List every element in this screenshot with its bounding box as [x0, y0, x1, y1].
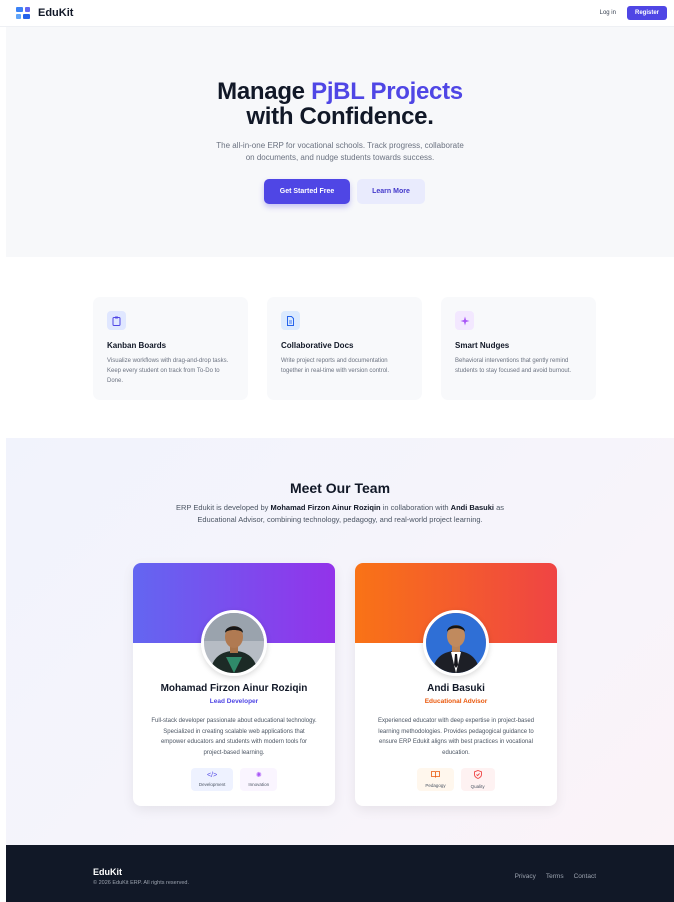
team-intro: ERP Edukit is developed by Mohamad Firzo…	[170, 502, 510, 526]
hero-title-accent: PjBL Projects	[311, 78, 463, 105]
team-intro-advisor-name: Andi Basuki	[450, 503, 495, 512]
brand-logo[interactable]: EduKit	[16, 7, 73, 19]
footer-link-contact[interactable]: Contact	[574, 873, 596, 880]
login-link[interactable]: Log in	[595, 7, 621, 19]
feature-title: Smart Nudges	[455, 341, 510, 350]
feature-title: Collaborative Docs	[281, 341, 354, 350]
book-icon	[431, 771, 440, 781]
tag-label: Development	[198, 782, 226, 787]
member-role: Lead Developer	[209, 698, 259, 705]
lightbulb-icon: ✺	[255, 772, 262, 779]
tag-label: Quality	[470, 784, 485, 789]
feature-description: Behavioral interventions that gently rem…	[455, 358, 572, 374]
feature-description: Visualize workflows with drag-and-drop t…	[107, 358, 229, 384]
hero-title: Manage PjBL Projects with Confidence.	[6, 79, 674, 129]
feature-description: Write project reports and documentation …	[281, 358, 390, 374]
tag-development: </> Development	[190, 768, 234, 791]
learn-more-button[interactable]: Learn More	[357, 179, 425, 204]
team-intro-text: in collaboration with	[380, 503, 451, 512]
team-intro-text: ERP Edukit is developed by	[175, 503, 271, 512]
tag-label: Innovation	[248, 782, 270, 787]
tag-label: Pedagogy	[425, 783, 446, 788]
hero-subtitle: The all-in-one ERP for vocational school…	[6, 140, 674, 164]
footer-brand: EduKit	[93, 867, 122, 877]
shield-check-icon	[473, 770, 482, 782]
edukit-logo-icon	[16, 7, 33, 19]
team-intro-developer-name: Mohamad Firzon Ainur Roziqin	[270, 503, 381, 512]
brand-name: EduKit	[38, 7, 74, 19]
hero-subtitle-line2: on documents, and nudge students towards…	[245, 153, 435, 162]
get-started-button[interactable]: Get Started Free	[264, 179, 350, 204]
feature-card-nudges: Smart Nudges Behavioral interventions th…	[441, 297, 596, 400]
sparkle-icon	[455, 311, 474, 330]
code-icon: </>	[207, 772, 218, 779]
member-tags: </> Development ✺ Innovation	[133, 768, 335, 791]
hero-subtitle-line1: The all-in-one ERP for vocational school…	[216, 141, 464, 150]
team-title: Meet Our Team	[289, 480, 391, 496]
site-footer: EduKit © 2026 EduKit ERP. All rights res…	[6, 845, 674, 902]
hero-title-line2: with Confidence.	[246, 103, 434, 130]
member-bio: Full-stack developer passionate about ed…	[151, 718, 317, 756]
team-card-advisor: Andi Basuki Educational Advisor Experien…	[355, 563, 557, 806]
member-bio: Experienced educator with deep expertise…	[377, 718, 535, 756]
footer-link-terms[interactable]: Terms	[546, 873, 564, 880]
footer-copyright: © 2026 EduKit ERP. All rights reserved.	[93, 880, 189, 886]
member-role: Educational Advisor	[424, 698, 488, 705]
tag-pedagogy: Pedagogy	[417, 768, 454, 791]
feature-card-docs: Collaborative Docs Write project reports…	[267, 297, 422, 400]
member-name: Andi Basuki	[427, 683, 485, 694]
avatar	[201, 610, 267, 676]
clipboard-icon	[107, 311, 126, 330]
member-name: Mohamad Firzon Ainur Roziqin	[160, 683, 308, 694]
member-tags: Pedagogy Quality	[355, 768, 557, 791]
document-icon	[281, 311, 300, 330]
auth-actions: Log in Register	[595, 6, 667, 20]
feature-title: Kanban Boards	[107, 341, 167, 350]
hero-section: Manage PjBL Projects with Confidence. Th…	[6, 27, 674, 257]
footer-link-privacy[interactable]: Privacy	[515, 873, 536, 880]
tag-innovation: ✺ Innovation	[240, 768, 278, 791]
feature-card-kanban: Kanban Boards Visualize workflows with d…	[93, 297, 248, 400]
register-button[interactable]: Register	[626, 6, 667, 20]
team-section: Meet Our Team ERP Edukit is developed by…	[6, 438, 674, 845]
avatar	[423, 610, 489, 676]
hero-title-part1: Manage	[217, 78, 312, 105]
top-navbar: EduKit Log in Register	[0, 0, 674, 27]
tag-quality: Quality	[460, 768, 495, 791]
footer-links: Privacy Terms Contact	[515, 873, 596, 880]
team-card-developer: Mohamad Firzon Ainur Roziqin Lead Develo…	[133, 563, 335, 806]
